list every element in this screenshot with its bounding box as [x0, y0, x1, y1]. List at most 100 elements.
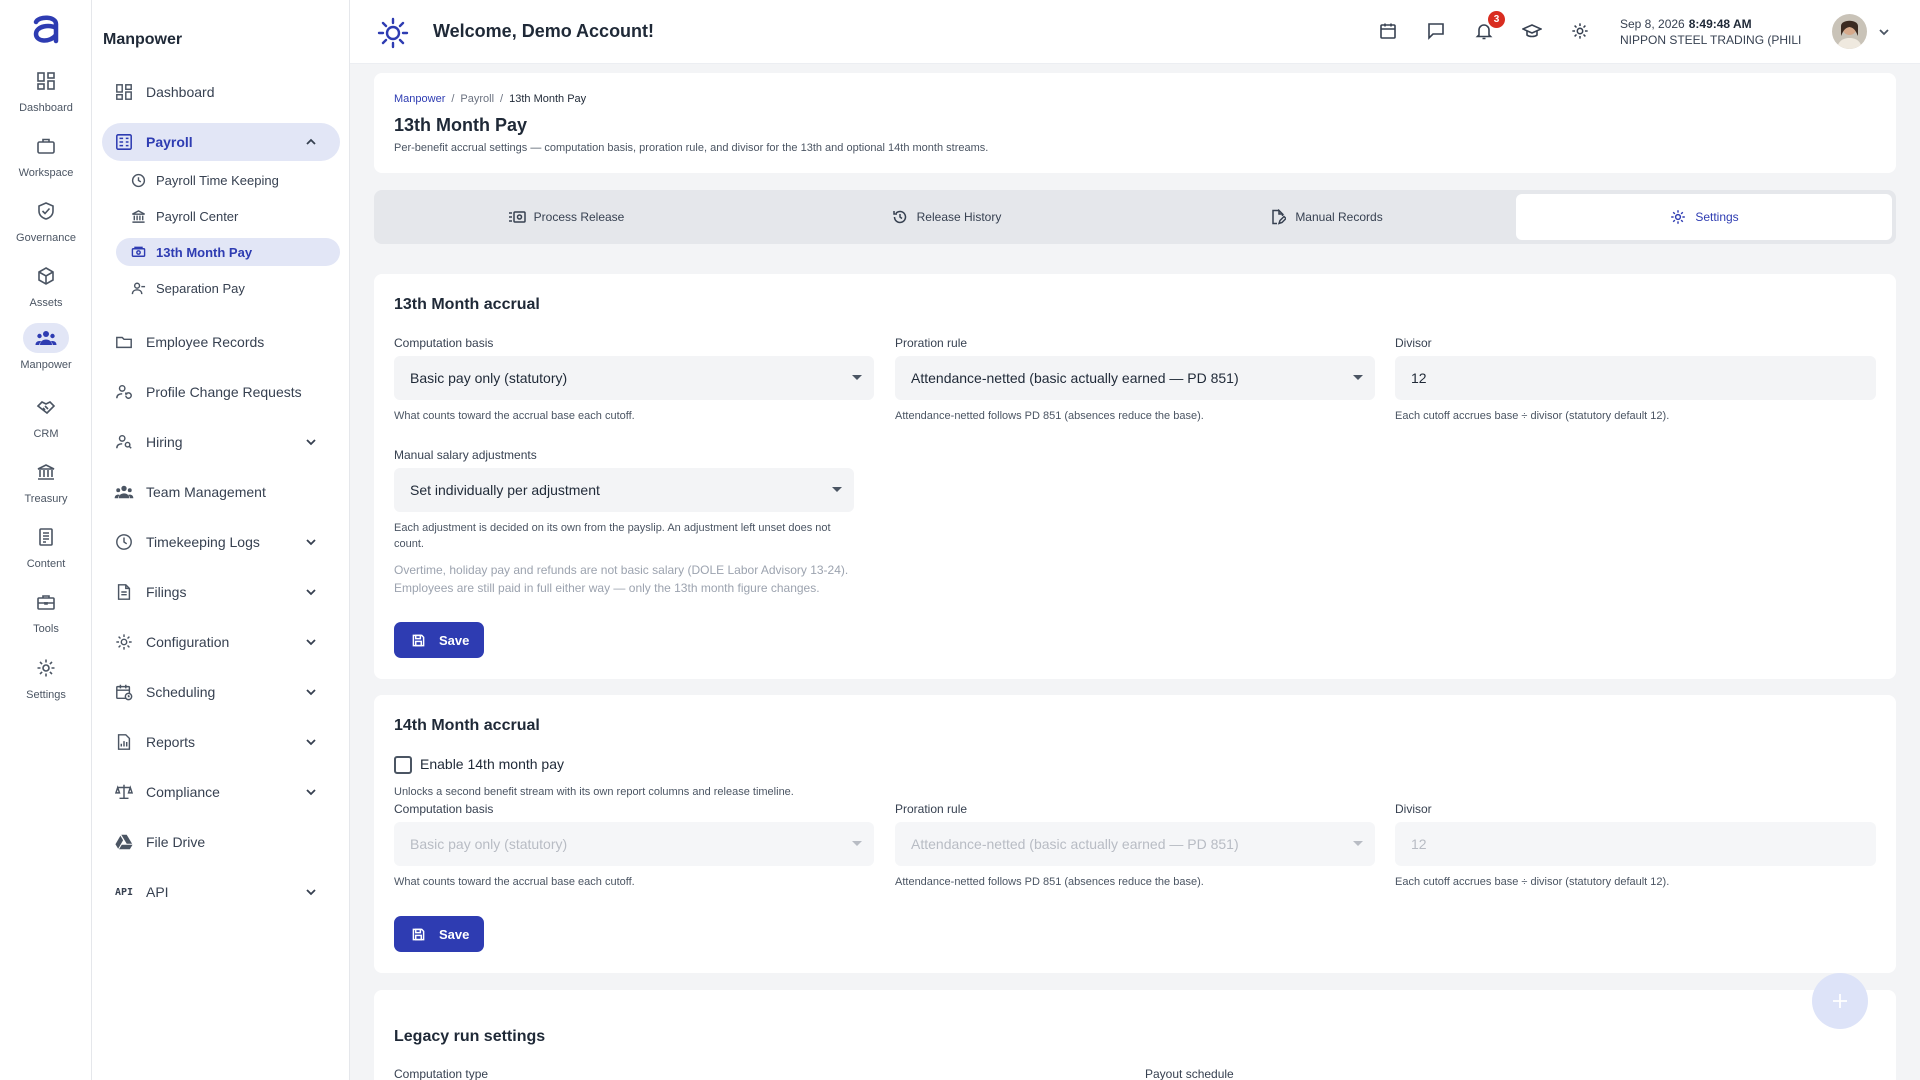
gear-icon — [23, 653, 69, 683]
page-subtitle: Per-benefit accrual settings — computati… — [394, 142, 989, 154]
sidebar-item-label: Scheduling — [146, 684, 216, 700]
sidebar-item-label: Payroll — [146, 134, 193, 150]
chevron-down-icon[interactable] — [1877, 25, 1891, 39]
tab-release-history[interactable]: Release History — [758, 194, 1134, 240]
computation-basis-14th-select: Basic pay only (statutory) — [394, 822, 874, 866]
manual-adjustments-label: Manual salary adjustments — [394, 448, 537, 462]
caret-down-icon — [852, 375, 862, 380]
rail-item-treasury[interactable]: Treasury — [0, 457, 92, 523]
app-logo-icon[interactable] — [26, 10, 66, 50]
sidebar-subitem-label: Payroll Center — [156, 208, 239, 224]
proration-rule-value: Attendance-netted (basic actually earned… — [911, 836, 1239, 852]
sidebar-item-reports[interactable]: Reports — [102, 723, 340, 761]
sidebar-item-profile-change-requests[interactable]: Profile Change Requests — [102, 373, 340, 411]
file-edit-icon — [1269, 208, 1287, 226]
rail-item-workspace[interactable]: Workspace — [0, 131, 92, 197]
rail-item-label: Settings — [26, 689, 66, 701]
chevron-down-icon[interactable] — [304, 635, 318, 649]
chevron-down-icon[interactable] — [304, 435, 318, 449]
person-sync-icon — [114, 382, 134, 402]
page-header-card: Manpower / Payroll / 13th Month Pay 13th… — [374, 73, 1896, 173]
rail-item-manpower[interactable]: Manpower — [0, 323, 92, 389]
payroll-icon — [114, 132, 134, 152]
history-icon — [891, 208, 909, 226]
sidebar-subitem-payroll-time-keeping[interactable]: Payroll Time Keeping — [116, 166, 340, 194]
computation-basis-select[interactable]: Basic pay only (statutory) — [394, 356, 874, 400]
sidebar-item-label: Dashboard — [146, 84, 215, 100]
sidebar-item-filings[interactable]: Filings — [102, 573, 340, 611]
graduation-cap-icon[interactable] — [1521, 20, 1543, 42]
sidebar-subitem-payroll-center[interactable]: Payroll Center — [116, 202, 340, 230]
proration-rule-label: Proration rule — [895, 336, 968, 350]
save-14th-button[interactable]: Save — [394, 916, 484, 952]
avatar[interactable] — [1832, 14, 1867, 49]
sidebar-item-hiring[interactable]: Hiring — [102, 423, 340, 461]
proration-rule-helper: Attendance-netted follows PD 851 (absenc… — [895, 410, 1204, 422]
chevron-down-icon[interactable] — [304, 535, 318, 549]
divisor-label: Divisor — [1395, 336, 1432, 350]
chevron-down-icon[interactable] — [304, 735, 318, 749]
sidebar-item-payroll[interactable]: Payroll — [102, 123, 340, 161]
divisor-input[interactable] — [1395, 356, 1876, 400]
sidebar-item-compliance[interactable]: Compliance — [102, 773, 340, 811]
sidebar-subitem-label: Separation Pay — [156, 280, 245, 296]
rail-item-assets[interactable]: Assets — [0, 261, 92, 327]
sidebar-item-api[interactable]: API API — [102, 873, 340, 911]
divisor-helper: Each cutoff accrues base ÷ divisor (stat… — [1395, 410, 1670, 422]
computation-basis-label: Computation basis — [394, 336, 494, 350]
sidebar-subitem-separation-pay[interactable]: Separation Pay — [116, 274, 340, 302]
caret-down-icon — [832, 487, 842, 492]
divisor-helper: Each cutoff accrues base ÷ divisor (stat… — [1395, 876, 1670, 888]
manual-adjustments-select[interactable]: Set individually per adjustment — [394, 468, 854, 512]
rail-item-label: Treasury — [24, 493, 68, 505]
rail-item-content[interactable]: Content — [0, 522, 92, 588]
plus-icon — [1831, 992, 1849, 1010]
tab-label: Settings — [1695, 210, 1739, 224]
sidebar-item-dashboard[interactable]: Dashboard — [102, 73, 340, 111]
rail-item-governance[interactable]: Governance — [0, 196, 92, 262]
tab-process-release[interactable]: Process Release — [378, 194, 754, 240]
breadcrumb-manpower[interactable]: Manpower — [394, 93, 445, 105]
rail-item-dashboard[interactable]: Dashboard — [0, 66, 92, 132]
handshake-icon — [23, 392, 69, 422]
enable-14th-label[interactable]: Enable 14th month pay — [420, 756, 564, 772]
header-datetime: Sep 8, 2026 8:49:48 AM — [1620, 17, 1752, 31]
calendar-icon[interactable] — [1377, 20, 1399, 42]
sidebar-item-configuration[interactable]: Configuration — [102, 623, 340, 661]
enable-14th-helper: Unlocks a second benefit stream with its… — [394, 786, 794, 798]
proration-rule-select[interactable]: Attendance-netted (basic actually earned… — [895, 356, 1375, 400]
chevron-down-icon[interactable] — [304, 585, 318, 599]
add-fab-button[interactable] — [1812, 973, 1868, 1029]
rail-item-settings[interactable]: Settings — [0, 653, 92, 719]
sidebar-item-scheduling[interactable]: Scheduling — [102, 673, 340, 711]
sidebar-item-label: Profile Change Requests — [146, 384, 302, 400]
enable-14th-checkbox[interactable] — [394, 756, 412, 774]
sidebar-item-timekeeping-logs[interactable]: Timekeeping Logs — [102, 523, 340, 561]
gear-icon[interactable] — [1569, 20, 1591, 42]
rail-item-crm[interactable]: CRM — [0, 392, 92, 458]
chat-icon[interactable] — [1425, 20, 1447, 42]
rail-item-tools[interactable]: Tools — [0, 587, 92, 653]
tab-settings[interactable]: Settings — [1516, 194, 1892, 240]
sidebar-item-team-management[interactable]: Team Management — [102, 473, 340, 511]
app-rail: Dashboard Workspace Governance Assets Ma… — [0, 0, 92, 1080]
note-line: Employees are still paid in full either … — [394, 581, 820, 595]
sidebar-item-employee-records[interactable]: Employee Records — [102, 323, 340, 361]
tab-manual-records[interactable]: Manual Records — [1138, 194, 1514, 240]
sidebar-subitem-13th-month-pay[interactable]: 13th Month Pay — [116, 238, 340, 266]
helper-line: count. — [394, 538, 424, 550]
sidebar-item-file-drive[interactable]: File Drive — [102, 823, 340, 861]
chevron-down-icon[interactable] — [304, 685, 318, 699]
money-icon — [131, 245, 146, 260]
sidebar-subitem-label: Payroll Time Keeping — [156, 172, 279, 188]
chevron-down-icon[interactable] — [304, 885, 318, 899]
save-13th-button[interactable]: Save — [394, 622, 484, 658]
caret-down-icon — [1353, 375, 1363, 380]
chevron-down-icon[interactable] — [304, 785, 318, 799]
file-icon — [114, 582, 134, 602]
breadcrumb-payroll[interactable]: Payroll — [460, 93, 494, 105]
person-search-icon — [114, 432, 134, 452]
divisor-label: Divisor — [1395, 802, 1432, 816]
proration-rule-helper: Attendance-netted follows PD 851 (absenc… — [895, 876, 1204, 888]
tab-label: Process Release — [533, 210, 625, 224]
